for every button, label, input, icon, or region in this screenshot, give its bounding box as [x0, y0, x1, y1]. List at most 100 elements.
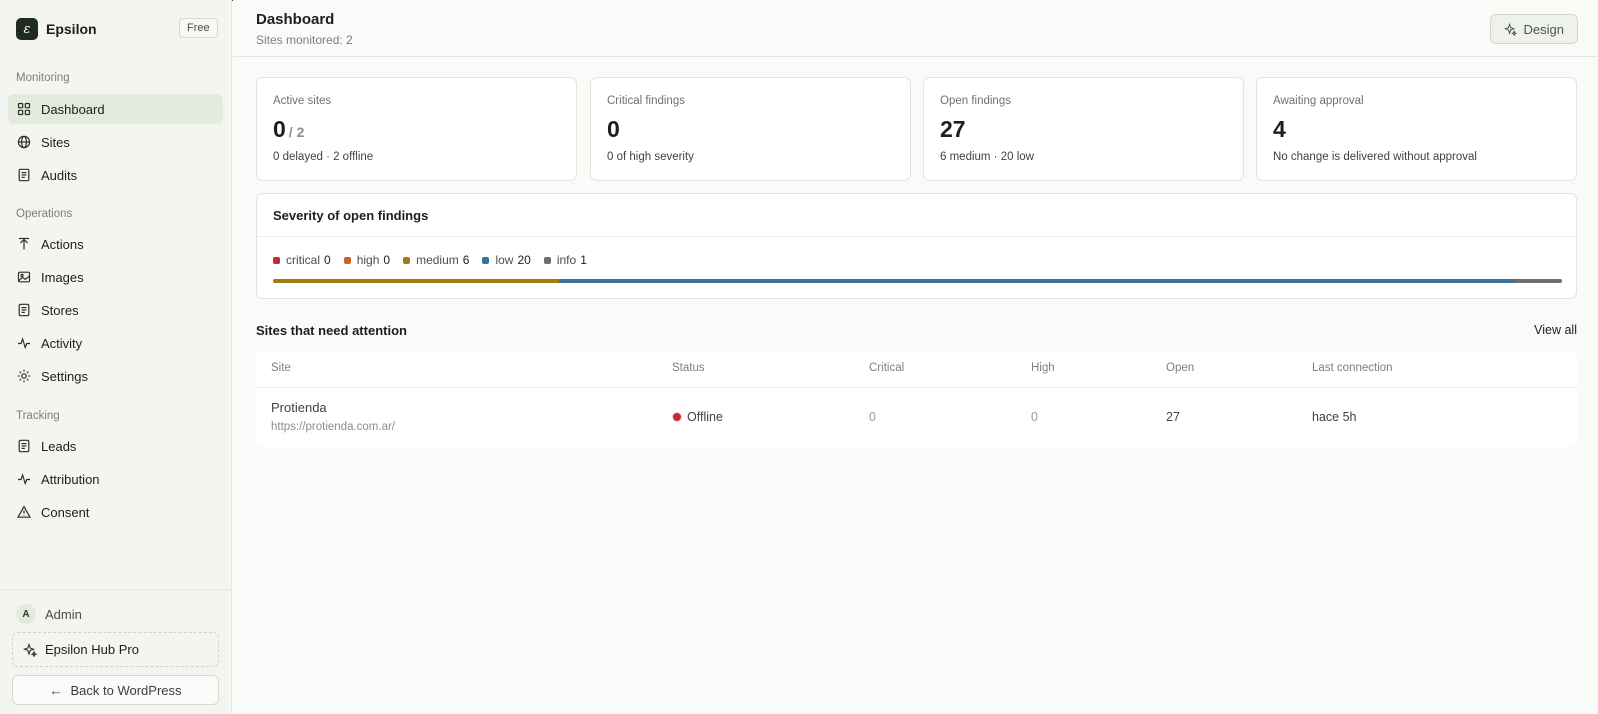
legend-item-medium: medium 6	[403, 253, 469, 267]
sidebar-item-actions[interactable]: Actions	[8, 229, 223, 259]
attention-title: Sites that need attention	[256, 323, 407, 338]
legend-item-high: high 0	[343, 253, 391, 267]
sidebar-item-label: Actions	[41, 236, 84, 252]
stat-card-critical-findings: Critical findings 0 0 of high severity	[590, 77, 911, 181]
arrow-left-icon: ←	[49, 682, 63, 698]
divider	[257, 236, 1576, 237]
sites-table: Site Status Critical High Open Last conn…	[256, 351, 1577, 447]
stat-card-open-findings: Open findings 27 6 medium · 20 low	[923, 77, 1244, 181]
sidebar-item-settings[interactable]: Settings	[8, 361, 223, 391]
back-to-wordpress-button[interactable]: ← Back to WordPress	[12, 675, 219, 705]
brand-name: Epsilon	[46, 21, 97, 37]
severity-segment-info	[1514, 279, 1562, 283]
stat-sub: 0 delayed · 2 offline	[273, 151, 374, 163]
sidebar-item-label: Images	[41, 269, 84, 285]
image-icon	[17, 270, 31, 284]
design-button[interactable]: Design	[1489, 14, 1578, 44]
stat-sub: No change is delivered without approval	[1273, 151, 1477, 163]
last-connection: hace 5h	[1312, 410, 1357, 424]
sidebar-item-activity[interactable]: Activity	[8, 328, 223, 358]
stat-value: 4	[1273, 116, 1286, 142]
severity-segment-low	[559, 279, 1515, 283]
column-header-status: Status	[672, 362, 705, 374]
stat-number: 0	[273, 116, 286, 142]
sidebar-item-dashboard[interactable]: Dashboard	[8, 94, 223, 124]
high-count: 0	[1031, 410, 1038, 424]
column-header-high: High	[1031, 362, 1055, 374]
sidebar-item-stores[interactable]: Stores	[8, 295, 223, 325]
divider	[256, 387, 1577, 388]
column-header-critical: Critical	[869, 362, 905, 374]
legend-name: info	[556, 253, 577, 267]
legend-item-info: info 1	[543, 253, 587, 267]
severity-segment-medium	[273, 279, 560, 283]
legend-name: low	[495, 253, 514, 267]
status-dot-icon	[672, 412, 682, 422]
document-icon	[17, 439, 31, 453]
upgrade-pro-button[interactable]: Epsilon Hub Pro	[12, 632, 219, 667]
column-header-open: Open	[1166, 362, 1195, 374]
legend-item-critical: critical 0	[273, 253, 331, 267]
stat-card-active-sites: Active sites 0/ 2 0 delayed · 2 offline	[256, 77, 577, 181]
page-header: Dashboard Sites monitored: 2 Design	[233, 0, 1598, 57]
avatar: A	[16, 604, 36, 624]
design-label: Design	[1523, 21, 1564, 37]
page-title: Dashboard	[256, 11, 335, 28]
back-label: Back to WordPress	[70, 682, 182, 698]
stat-sub: 6 medium · 20 low	[940, 151, 1034, 163]
stat-value: 0	[607, 116, 620, 142]
critical-count: 0	[869, 410, 876, 424]
user-name: Admin	[45, 606, 82, 622]
user-profile[interactable]: A Admin	[16, 604, 82, 624]
column-header-site: Site	[271, 362, 291, 374]
plan-badge: Free	[179, 18, 218, 38]
legend-count: 0	[383, 253, 391, 267]
stat-denominator: / 2	[288, 124, 305, 140]
grid-icon	[17, 102, 31, 116]
legend-count: 1	[580, 253, 587, 267]
sidebar-item-label: Settings	[41, 368, 88, 384]
stat-value: 0/ 2	[273, 116, 304, 143]
legend-swatch	[482, 256, 490, 264]
sidebar-item-label: Activity	[41, 335, 83, 351]
severity-panel: Severity of open findings critical 0 hig…	[256, 193, 1577, 299]
view-all-link[interactable]: View all	[1534, 323, 1577, 337]
site-url: https://protienda.com.ar/	[271, 421, 396, 433]
warning-icon	[17, 505, 31, 519]
stat-card-awaiting-approval: Awaiting approval 4 No change is deliver…	[1256, 77, 1577, 181]
sidebar-item-label: Attribution	[41, 471, 100, 487]
legend-name: critical	[286, 253, 321, 267]
sidebar-divider	[0, 589, 232, 590]
legend-swatch	[273, 256, 280, 264]
legend-swatch	[403, 256, 411, 264]
sidebar-item-audits[interactable]: Audits	[8, 160, 223, 190]
page-subtitle: Sites monitored: 2	[256, 33, 353, 47]
stat-label: Awaiting approval	[1273, 95, 1364, 107]
stat-sub: 0 of high severity	[607, 151, 694, 163]
sidebar-item-attribution[interactable]: Attribution	[8, 464, 223, 494]
gear-icon	[17, 369, 31, 383]
severity-title: Severity of open findings	[273, 208, 429, 223]
document-icon	[17, 168, 31, 182]
nav-section-monitoring: Monitoring	[16, 72, 70, 84]
sidebar-item-consent[interactable]: Consent	[8, 497, 223, 527]
nav-section-operations: Operations	[16, 208, 73, 220]
upload-arrow-icon	[17, 237, 31, 251]
sidebar-item-images[interactable]: Images	[8, 262, 223, 292]
stat-label: Open findings	[940, 95, 1011, 107]
open-count: 27	[1166, 410, 1180, 424]
sidebar-item-label: Leads	[41, 438, 77, 454]
legend-count: 6	[462, 253, 470, 267]
stat-value: 27	[940, 116, 966, 142]
legend-name: high	[356, 253, 380, 267]
brand[interactable]: ε Epsilon	[16, 18, 97, 40]
sidebar-item-leads[interactable]: Leads	[8, 431, 223, 461]
nav-section-tracking: Tracking	[16, 410, 60, 422]
sidebar-item-sites[interactable]: Sites	[8, 127, 223, 157]
sidebar-item-label: Stores	[41, 302, 79, 318]
pulse-icon	[17, 336, 31, 350]
legend-swatch	[543, 256, 551, 264]
sidebar-item-label: Dashboard	[41, 101, 105, 117]
site-name[interactable]: Protienda	[271, 400, 327, 415]
sidebar: ε Epsilon Free Monitoring Dashboard Site…	[0, 0, 232, 714]
